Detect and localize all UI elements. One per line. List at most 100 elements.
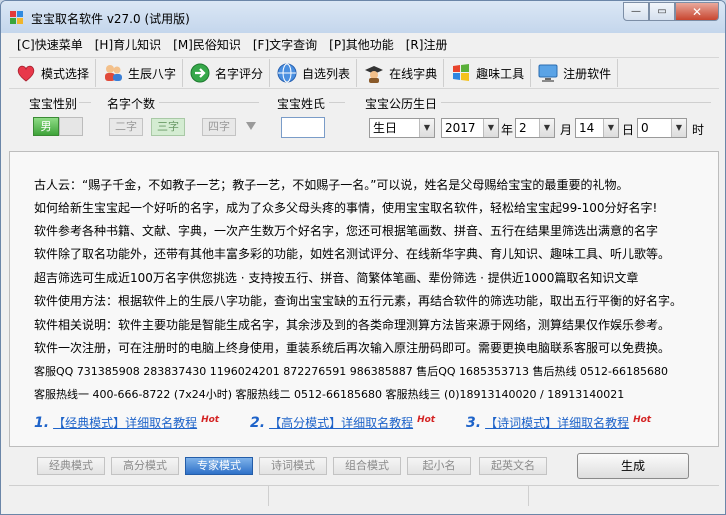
minimize-icon: — [631, 6, 641, 17]
group-divider [79, 102, 91, 103]
window-controls: — ▭ ✕ [623, 2, 719, 21]
group-divider [159, 102, 259, 103]
menu-quick[interactable]: [C]快速菜单 [17, 36, 83, 53]
chevron-down-icon: ▼ [671, 119, 686, 137]
chevron-down-icon: ▼ [483, 119, 498, 137]
chevron-down-icon: ▼ [603, 119, 618, 137]
poetry-mode-tutorial[interactable]: 3. 【诗词模式】详细取名教程 Hot [466, 414, 651, 431]
birth-type-select[interactable]: 生日 ▼ [369, 118, 435, 138]
poetry-mode-number: 3. [466, 415, 482, 431]
menu-char-query[interactable]: [F]文字查询 [253, 36, 317, 53]
toolbar-register-label: 注册软件 [563, 66, 612, 81]
window-title: 宝宝取名软件 v27.0 (试用版) [31, 12, 190, 26]
tab-nickname[interactable]: 起小名 [407, 457, 471, 475]
count-dropdown-icon[interactable] [246, 122, 256, 130]
close-icon: ✕ [691, 4, 703, 19]
day-select[interactable]: 14 ▼ [575, 118, 619, 138]
classic-mode-number: 1. [34, 415, 50, 431]
info-panel: 古人云：“赐子千金，不如教子一艺；教子一艺，不如赐子一名。”可以说，姓名是父母赐… [9, 151, 719, 447]
maximize-icon: ▭ [657, 6, 667, 17]
year-value: 2017 [445, 121, 476, 135]
toolbar-mode-select-label: 模式选择 [41, 66, 90, 81]
classic-mode-tutorial[interactable]: 1. 【经典模式】详细取名教程 Hot [34, 414, 219, 431]
month-select[interactable]: 2 ▼ [515, 118, 555, 138]
tab-poetry[interactable]: 诗词模式 [259, 457, 327, 475]
chevron-down-icon: ▼ [539, 119, 554, 137]
toolbar-birth-chart[interactable]: 生辰八字 [96, 59, 184, 87]
app-logo-icon [10, 11, 23, 24]
group-divider [329, 102, 345, 103]
hot-badge: Hot [417, 415, 436, 425]
heart-icon [17, 65, 35, 82]
title-bar[interactable]: 宝宝取名软件 v27.0 (试用版) — ▭ ✕ [1, 1, 725, 33]
toolbar-fun-tools[interactable]: 趣味工具 [444, 59, 532, 87]
status-cell [269, 486, 529, 506]
tab-english-name[interactable]: 起英文名 [479, 457, 547, 475]
windows-flag-icon [453, 64, 470, 81]
gender-toggle[interactable]: 男 [33, 117, 59, 136]
toolbar-fun-tools-label: 趣味工具 [476, 66, 525, 81]
hour-unit: 时 [692, 123, 705, 137]
toolbar-custom-list-label: 自选列表 [302, 66, 351, 81]
info-line: 软件使用方法：根据软件上的生辰八字功能，查询出宝宝缺的五行元素，再结合软件的筛选… [34, 294, 683, 308]
info-line: 软件除了取名功能外，还带有其他丰富多彩的功能，如姓名测试评分、在线新华字典、育儿… [34, 247, 671, 261]
classic-mode-link[interactable]: 【经典模式】详细取名教程 [53, 416, 197, 430]
contact-hotline-line: 客服热线一 400-666-8722 (7x24小时) 客服热线二 0512-6… [34, 388, 625, 401]
info-line: 软件参考各种书籍、文献、字典，一次产生数万个好名字，您还可根据笔画数、拼音、五行… [34, 224, 659, 238]
name-count-label: 名字个数 [107, 97, 156, 111]
info-line: 古人云：“赐子千金，不如教子一艺；教子一艺，不如赐子一名。”可以说，姓名是父母赐… [34, 178, 629, 192]
high-score-mode-link[interactable]: 【高分模式】详细取名教程 [269, 416, 413, 430]
toolbar-online-dictionary-label: 在线字典 [389, 66, 438, 81]
menu-other[interactable]: [P]其他功能 [329, 36, 394, 53]
tab-expert[interactable]: 专家模式 [185, 457, 253, 475]
tab-high-score[interactable]: 高分模式 [111, 457, 179, 475]
month-value: 2 [519, 121, 527, 135]
surname-input[interactable] [281, 117, 325, 138]
globe-icon [277, 63, 297, 83]
hot-badge: Hot [201, 415, 220, 425]
status-cell [529, 486, 717, 506]
count-option-three[interactable]: 三字 [151, 118, 185, 136]
minimize-button[interactable]: — [623, 2, 649, 21]
menu-parenting[interactable]: [H]育儿知识 [95, 36, 161, 53]
gender-label: 宝宝性别 [29, 97, 78, 111]
generate-button[interactable]: 生成 [577, 453, 689, 479]
contact-qq-line: 客服QQ 731385908 283837430 1196024201 8722… [34, 365, 668, 378]
toolbar-online-dictionary[interactable]: 在线字典 [357, 59, 445, 87]
tab-combination[interactable]: 组合模式 [333, 457, 401, 475]
info-line: 如何给新生宝宝起一个好听的名字，成为了众多父母头疼的事情，使用宝宝取名软件，轻松… [34, 201, 658, 215]
scholar-icon [365, 66, 384, 83]
gender-toggle-track[interactable] [59, 117, 83, 136]
toolbar-custom-list[interactable]: 自选列表 [270, 59, 358, 87]
toolbar-register[interactable]: 注册软件 [531, 59, 619, 87]
menu-folk[interactable]: [M]民俗知识 [173, 36, 241, 53]
maximize-button[interactable]: ▭ [649, 2, 675, 21]
year-select[interactable]: 2017 ▼ [441, 118, 499, 138]
close-button[interactable]: ✕ [675, 2, 719, 21]
birthday-label: 宝宝公历生日 [365, 97, 438, 111]
toolbar-name-score-label: 名字评分 [215, 66, 264, 81]
info-line: 软件相关说明：软件主要功能是智能生成名字，其余涉及到的各类命理测算方法皆来源于网… [34, 318, 671, 332]
monitor-icon [538, 64, 558, 82]
count-option-two[interactable]: 二字 [109, 118, 143, 136]
hour-select[interactable]: 0 ▼ [637, 118, 687, 138]
options-panel: 宝宝性别 男 名字个数 二字 三字 四字 宝宝姓氏 宝宝公历生日 生日 ▼ 20… [9, 91, 719, 149]
toolbar: 模式选择 生辰八字 名字评分 自选列表 在线字典 趣味工具 注册软件 [9, 57, 719, 89]
toolbar-mode-select[interactable]: 模式选择 [9, 59, 97, 87]
hour-value: 0 [641, 121, 649, 135]
chevron-down-icon: ▼ [419, 119, 434, 137]
high-score-mode-tutorial[interactable]: 2. 【高分模式】详细取名教程 Hot [250, 414, 435, 431]
toolbar-name-score[interactable]: 名字评分 [183, 59, 271, 87]
tab-classic[interactable]: 经典模式 [37, 457, 105, 475]
birth-type-value: 生日 [373, 121, 398, 135]
mode-bar: 经典模式 高分模式 专家模式 诗词模式 组合模式 起小名 起英文名 生成 [9, 449, 719, 483]
count-option-four[interactable]: 四字 [202, 118, 236, 136]
year-unit: 年 [501, 123, 514, 137]
info-line: 超吉筛选可生成近100万名字供您挑选 · 支持按五行、拼音、简繁体笔画、辈份筛选… [34, 271, 639, 285]
menu-bar: [C]快速菜单 [H]育儿知识 [M]民俗知识 [F]文字查询 [P]其他功能 … [9, 33, 719, 55]
month-unit: 月 [560, 123, 573, 137]
people-icon [105, 65, 123, 81]
poetry-mode-link[interactable]: 【诗词模式】详细取名教程 [485, 416, 629, 430]
main-window: 宝宝取名软件 v27.0 (试用版) — ▭ ✕ [C]快速菜单 [H]育儿知识… [0, 0, 726, 515]
menu-register[interactable]: [R]注册 [406, 36, 448, 53]
